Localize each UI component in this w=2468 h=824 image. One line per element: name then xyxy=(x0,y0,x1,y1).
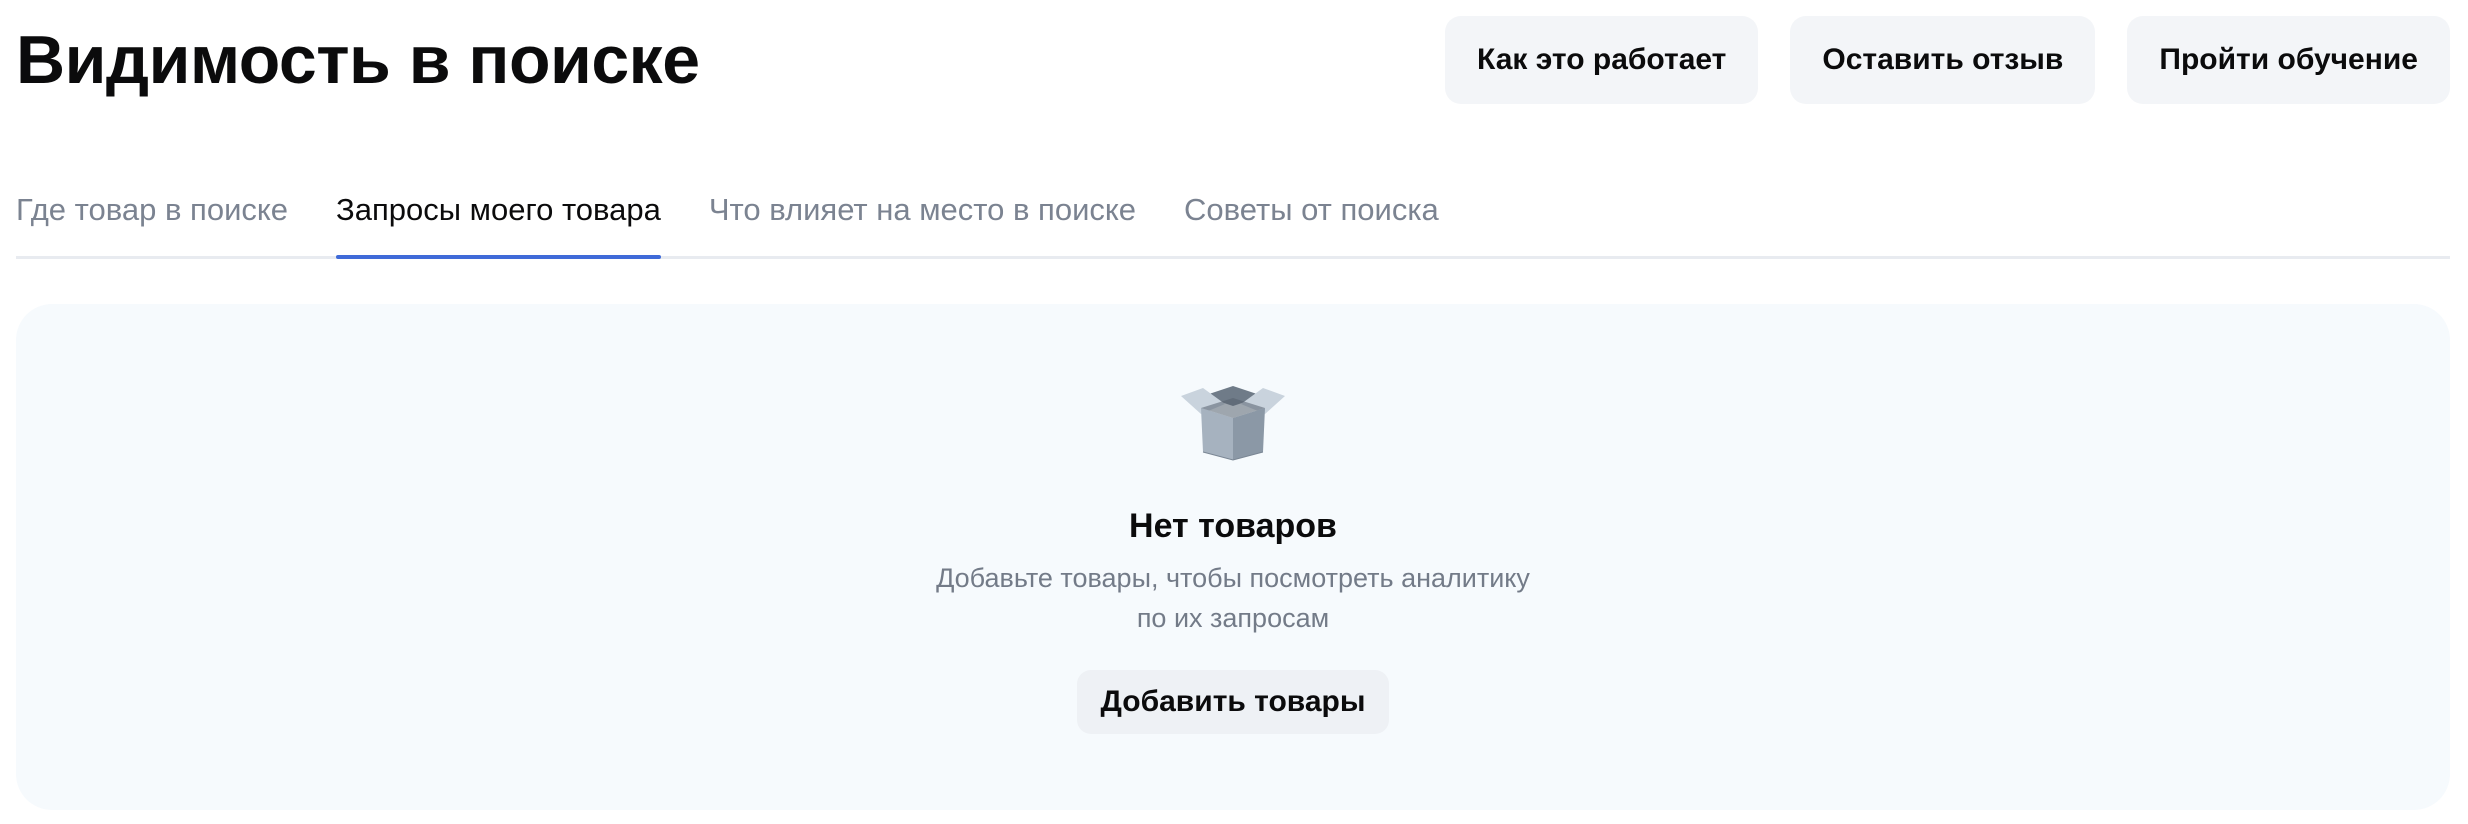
tab-what-affects-position[interactable]: Что влияет на место в поиске xyxy=(709,170,1136,256)
tab-where-product-in-search[interactable]: Где товар в поиске xyxy=(16,170,288,256)
box-icon xyxy=(1181,386,1285,461)
empty-state-description-line-1: Добавьте товары, чтобы посмотреть аналит… xyxy=(936,563,1530,593)
tab-search-tips[interactable]: Советы от поиска xyxy=(1184,170,1439,256)
empty-state: Нет товаров Добавьте товары, чтобы посмо… xyxy=(16,374,2450,734)
take-training-button[interactable]: Пройти обучение xyxy=(2127,16,2450,104)
tab-my-product-queries[interactable]: Запросы моего товара xyxy=(336,170,661,259)
tab-bar: Где товар в поиске Запросы моего товара … xyxy=(16,170,2450,259)
how-it-works-button[interactable]: Как это работает xyxy=(1445,16,1759,104)
empty-state-description: Добавьте товары, чтобы посмотреть аналит… xyxy=(936,558,1530,638)
empty-state-title: Нет товаров xyxy=(1129,507,1337,545)
empty-state-panel: Нет товаров Добавьте товары, чтобы посмо… xyxy=(16,304,2450,810)
empty-state-description-line-2: по их запросам xyxy=(1136,603,1330,633)
page: Видимость в поиске Как это работает Оста… xyxy=(0,0,2468,824)
leave-feedback-button[interactable]: Оставить отзыв xyxy=(1790,16,2096,104)
header-actions: Как это работает Оставить отзыв Пройти о… xyxy=(1445,16,2450,104)
page-header: Видимость в поиске Как это работает Оста… xyxy=(0,0,2468,140)
add-products-button[interactable]: Добавить товары xyxy=(1076,670,1390,734)
page-title: Видимость в поиске xyxy=(16,22,700,98)
